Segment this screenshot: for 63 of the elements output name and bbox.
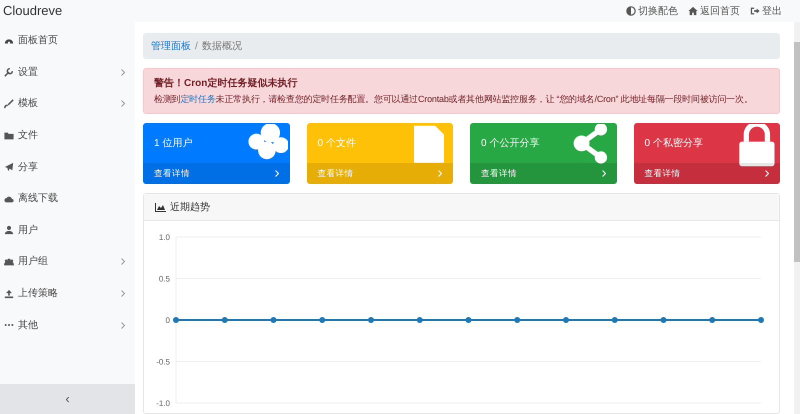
half-circle-icon [626,6,636,16]
y-tick-label: 1.0 [158,233,170,242]
chevron-right-icon [438,170,442,177]
sidebar-item[interactable]: 分享 [0,151,135,183]
data-point [416,317,423,323]
sidebar-item[interactable]: 模板 [0,88,135,120]
data-point [222,317,228,323]
data-point [514,317,520,323]
alert-message: 检测到定时任务未正常执行，请检查您的定时任务配置。您可以通过Crontab或者其他网站监控服务，让 “您的域名/Cron” 此地址每隔一段时间被访问一次。 [154,93,754,106]
sidebar-item[interactable]: 其他 [0,309,135,341]
data-point [319,317,326,323]
view-details-link[interactable]: 查看详情 [143,163,290,184]
breadcrumb-current: 数据概况 [202,40,242,54]
data-point [758,317,764,323]
data-point [660,317,666,323]
sidebar-item[interactable]: 用户组 [0,246,135,278]
folder-icon [4,130,14,141]
alert-link[interactable]: 定时任务 [180,94,216,104]
sidebar-item[interactable]: 设置 [0,56,135,88]
data-point [612,317,618,323]
brush-icon [4,98,14,109]
user-icon [4,225,14,236]
brand-logo[interactable]: Cloudreve [3,1,62,21]
data-point [466,317,472,323]
top-link[interactable]: 登出 [750,4,782,18]
sidebar-item[interactable]: 离线下载 [0,182,135,215]
data-point [368,317,374,323]
data-point [270,317,276,323]
sidebar-item[interactable]: 上传策略 [0,278,135,310]
data-point [173,317,179,323]
sidebar-item[interactable]: 面板首页 [0,25,135,57]
breadcrumb-separator: / [195,40,198,54]
area-chart-icon [155,202,166,212]
stat-label: 0 个公开分享 [481,136,540,150]
upload-icon [4,288,14,299]
sidebar-item[interactable]: 文件 [0,120,135,152]
home-icon [688,6,698,16]
paper-plane-icon [4,162,14,172]
wrench-icon [4,67,14,78]
top-link[interactable]: 切换配色 [626,4,678,18]
chevron-right-icon [765,170,769,177]
chart-title: 近期趋势 [170,200,210,214]
y-tick-label: 0 [166,316,170,325]
chevron-right-icon [602,170,606,177]
view-details-link[interactable]: 查看详情 [634,163,780,184]
sidebar-item[interactable]: 用户 [0,214,135,246]
y-tick-label: -1.0 [156,399,170,408]
chevron-right-icon [274,170,278,177]
top-link[interactable]: 返回首页 [688,4,740,18]
cloud-icon [4,194,14,204]
y-tick-label: -0.5 [156,358,170,366]
stat-label: 0 个私密分享 [644,136,703,150]
stat-label: 0 个文件 [318,136,356,150]
scrollbar[interactable] [794,22,800,414]
collapse-button[interactable]: ‹ [0,384,135,414]
data-point [563,317,569,323]
data-point [709,317,716,323]
breadcrumb-link[interactable]: 管理面板 [151,38,191,54]
logout-icon [750,6,760,16]
stat-label: 1 位用户 [154,136,192,150]
view-details-link[interactable]: 查看详情 [470,163,616,184]
y-tick-label: 0.5 [158,274,170,284]
alert-title: 警告！Cron定时任务疑似未执行 [154,76,298,91]
